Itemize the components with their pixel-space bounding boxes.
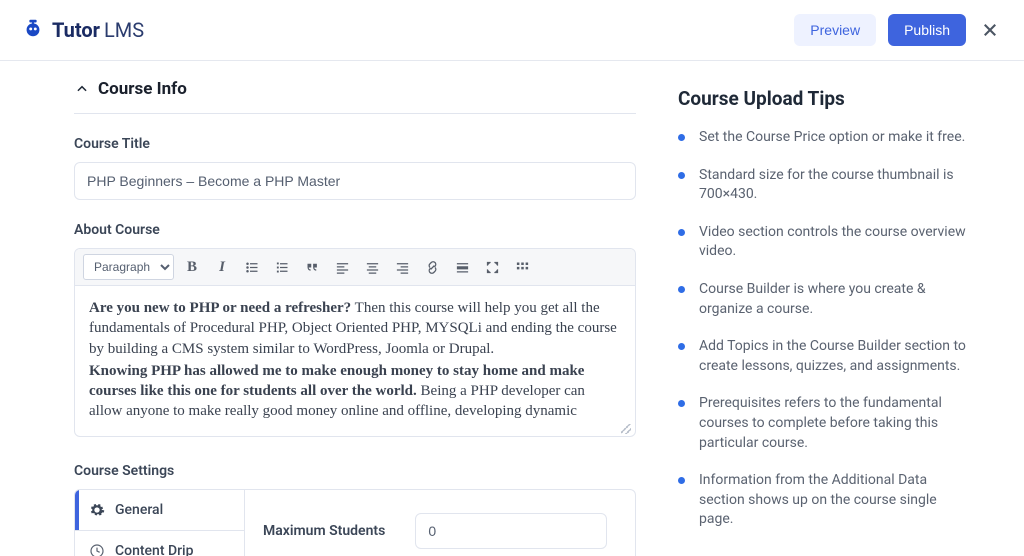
tips-item: Prerequisites refers to the fundamental …: [678, 394, 972, 453]
gear-icon: [89, 502, 105, 518]
close-icon[interactable]: [978, 18, 1002, 42]
tips-item: Standard size for the course thumbnail i…: [678, 166, 972, 205]
tips-item: Set the Course Price option or make it f…: [678, 128, 972, 148]
tips-text: Course Builder is where you create & org…: [699, 280, 972, 319]
paragraph-select[interactable]: Paragraph: [83, 254, 174, 280]
quote-button[interactable]: [300, 255, 324, 279]
tab-label: Content Drip: [115, 543, 194, 556]
tips-text: Standard size for the course thumbnail i…: [699, 166, 972, 205]
bullet-list-button[interactable]: [240, 255, 264, 279]
numbered-list-button[interactable]: [270, 255, 294, 279]
bullet-icon: [678, 477, 685, 484]
brand: Tutor LMS: [22, 17, 144, 43]
section-title: Course Info: [98, 79, 187, 99]
bullet-icon: [678, 172, 685, 179]
tips-heading: Course Upload Tips: [678, 87, 972, 110]
preview-button[interactable]: Preview: [794, 14, 876, 46]
tips-text: Information from the Additional Data sec…: [699, 471, 972, 530]
bullet-icon: [678, 286, 685, 293]
tips-item: Video section controls the course overvi…: [678, 223, 972, 262]
tips-item: Information from the Additional Data sec…: [678, 471, 972, 530]
course-title-input[interactable]: [74, 162, 636, 200]
course-title-label: Course Title: [74, 136, 636, 152]
toolbar-toggle-button[interactable]: [510, 255, 534, 279]
about-course-label: About Course: [74, 222, 636, 238]
link-button[interactable]: [420, 255, 444, 279]
publish-button[interactable]: Publish: [888, 14, 966, 46]
editor-content[interactable]: Are you new to PHP or need a refresher? …: [75, 286, 635, 424]
italic-button[interactable]: I: [210, 255, 234, 279]
max-students-input[interactable]: [415, 513, 607, 549]
topbar: Tutor LMS Preview Publish: [0, 0, 1024, 61]
clock-icon: [89, 543, 105, 556]
tips-text: Prerequisites refers to the fundamental …: [699, 394, 972, 453]
tips-text: Add Topics in the Course Builder section…: [699, 337, 972, 376]
bold-button[interactable]: B: [180, 255, 204, 279]
tips-panel: Course Upload Tips Set the Course Price …: [678, 79, 972, 556]
bullet-icon: [678, 134, 685, 141]
brand-icon: [22, 17, 44, 43]
bullet-icon: [678, 229, 685, 236]
brand-name-1: Tutor: [52, 18, 100, 42]
tips-text: Set the Course Price option or make it f…: [699, 128, 965, 148]
tab-content-drip[interactable]: Content Drip: [75, 530, 244, 556]
max-students-label: Maximum Students: [263, 523, 385, 539]
tab-label: General: [115, 502, 163, 518]
tab-general[interactable]: General: [75, 490, 244, 530]
bullet-icon: [678, 400, 685, 407]
course-settings-panel: General Content Drip Maximum Students: [74, 489, 636, 556]
bullet-icon: [678, 343, 685, 350]
fullscreen-button[interactable]: [480, 255, 504, 279]
brand-name-2: LMS: [104, 18, 144, 42]
editor-text: Are you new to PHP or need a refresher?: [89, 300, 351, 316]
tips-item: Add Topics in the Course Builder section…: [678, 337, 972, 376]
align-center-button[interactable]: [360, 255, 384, 279]
section-header[interactable]: Course Info: [74, 79, 636, 114]
insert-block-button[interactable]: [450, 255, 474, 279]
chevron-up-icon: [74, 81, 90, 97]
about-course-editor: Paragraph B I: [74, 248, 636, 437]
align-left-button[interactable]: [330, 255, 354, 279]
editor-toolbar: Paragraph B I: [75, 249, 635, 286]
tips-item: Course Builder is where you create & org…: [678, 280, 972, 319]
align-right-button[interactable]: [390, 255, 414, 279]
tips-text: Video section controls the course overvi…: [699, 223, 972, 262]
resize-handle[interactable]: [75, 424, 635, 436]
course-settings-heading: Course Settings: [74, 463, 636, 479]
